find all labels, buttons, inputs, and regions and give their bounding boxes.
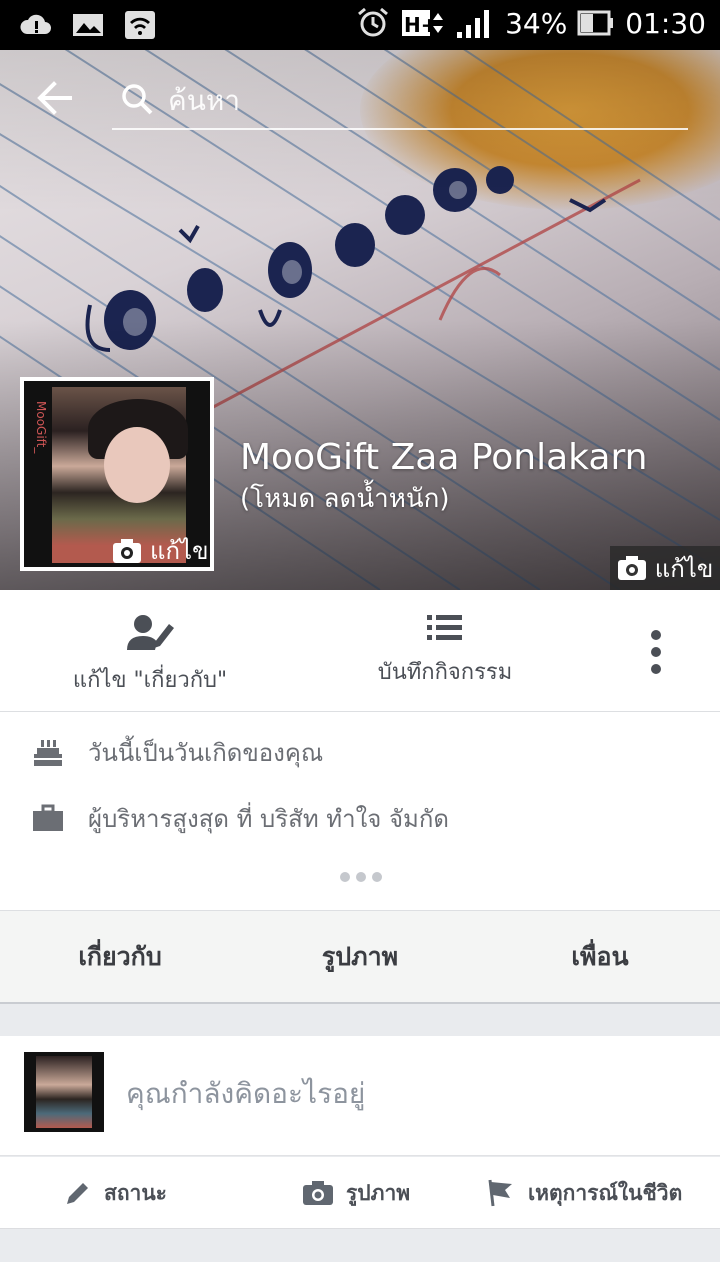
tab-photos[interactable]: รูปภาพ [240, 911, 480, 1002]
top-bar [0, 50, 720, 140]
camera-icon [617, 556, 646, 580]
tab-friends[interactable]: เพื่อน [480, 911, 720, 1002]
next-card-edge [0, 1262, 720, 1280]
avatar-edit-label: แก้ไข [150, 537, 209, 565]
profile-nickname: (โหมด ลดน้ำหนัก) [240, 484, 450, 514]
activity-log-button[interactable]: บันทึกกิจกรรม [350, 590, 540, 712]
status-button[interactable]: สถานะ [64, 1157, 167, 1229]
birthday-row[interactable]: วันนี้เป็นวันเกิดของคุณ [0, 722, 720, 782]
avatar-edit-button[interactable]: แก้ไข [112, 531, 208, 567]
intro-more-icon[interactable] [340, 872, 382, 882]
search-input[interactable] [168, 78, 668, 122]
wifi-icon [125, 11, 155, 39]
back-arrow-icon[interactable] [30, 78, 82, 118]
signal-icon [457, 10, 490, 38]
svg-text:H+: H+ [404, 13, 438, 37]
work-text: ผู้บริหารสูงสุด ที่ บริสัท ทำใจ จัมกัด [88, 804, 449, 833]
composer-avatar [24, 1052, 104, 1132]
profile-actions: แก้ไข "เกี่ยวกับ" บันทึกกิจกรรม [0, 590, 720, 712]
edit-about-button[interactable]: แก้ไข "เกี่ยวกับ" [40, 590, 260, 712]
clock: 01:30 [625, 6, 706, 40]
composer-input[interactable]: คุณกำลังคิดอะไรอยู่ [126, 1072, 365, 1116]
edit-profile-icon [127, 615, 174, 650]
pencil-icon [67, 1183, 88, 1204]
briefcase-icon [33, 804, 63, 831]
list-icon [427, 615, 462, 640]
battery-icon [577, 10, 614, 36]
network-type-icon: H+ [402, 10, 444, 37]
photo-button[interactable]: รูปภาพ [302, 1157, 410, 1229]
cover-edit-button[interactable]: แก้ไข [610, 546, 720, 590]
post-composer: คุณกำลังคิดอะไรอยู่ [0, 1036, 720, 1156]
birthday-text: วันนี้เป็นวันเกิดของคุณ [88, 738, 324, 767]
profile-name: MooGift Zaa Ponlakarn [240, 437, 648, 478]
photo-label: รูปภาพ [346, 1180, 411, 1205]
flag-icon [488, 1179, 512, 1207]
profile-tabs: เกี่ยวกับ รูปภาพ เพื่อน [0, 910, 720, 1004]
profile-picture[interactable]: MooGift_ แก้ไข [20, 377, 214, 571]
avatar-watermark: MooGift_ [34, 401, 48, 454]
status-label: สถานะ [104, 1180, 167, 1205]
life-event-button[interactable]: เหตุการณ์ในชีวิต [486, 1157, 682, 1229]
edit-about-label: แก้ไข "เกี่ยวกับ" [72, 668, 228, 693]
camera-icon [113, 538, 141, 563]
search-bar[interactable] [112, 74, 688, 130]
more-vertical-icon [636, 630, 676, 674]
search-icon [122, 84, 153, 115]
battery-percent: 34% [505, 6, 568, 40]
cake-icon [34, 740, 62, 766]
image-icon [73, 14, 103, 36]
activity-log-label: บันทึกกิจกรรม [377, 660, 513, 685]
status-bar: H+ 34% 01:30 [0, 0, 720, 50]
cover-edit-label: แก้ไข [654, 554, 714, 583]
life-event-label: เหตุการณ์ในชีวิต [528, 1180, 683, 1205]
intro-section: วันนี้เป็นวันเกิดของคุณ ผู้บริหารสูงสุด … [0, 712, 720, 910]
camera-icon [303, 1181, 333, 1205]
more-options-button[interactable] [636, 590, 676, 712]
profile-name-block: MooGift Zaa Ponlakarn (โหมด ลดน้ำหนัก) [240, 434, 647, 516]
work-row[interactable]: ผู้บริหารสูงสุด ที่ บริสัท ทำใจ จัมกัด [0, 788, 720, 848]
cloud-alert-icon [20, 14, 51, 34]
alarm-icon [358, 7, 389, 37]
tab-about[interactable]: เกี่ยวกับ [0, 911, 240, 1002]
composer-actions: สถานะ รูปภาพ เหตุการณ์ในชีวิต [0, 1157, 720, 1229]
profile-page: H+ 34% 01:30 ค้นหา MooGift_ แก้ไข MooGif… [0, 0, 720, 1280]
